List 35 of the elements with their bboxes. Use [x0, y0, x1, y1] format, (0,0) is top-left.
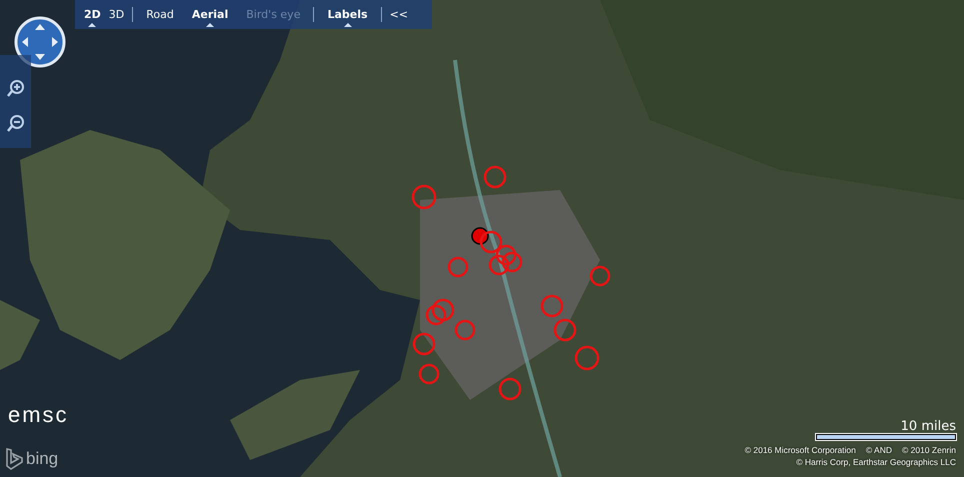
event-marker[interactable] — [432, 298, 454, 322]
view-mode-tab[interactable]: 2D — [80, 0, 105, 29]
scale-label: 10 miles — [900, 419, 956, 434]
event-marker[interactable] — [496, 244, 516, 266]
event-marker[interactable] — [412, 184, 436, 210]
bing-logo-icon — [4, 447, 24, 471]
labels-toggle[interactable]: Labels — [318, 0, 377, 29]
event-marker[interactable] — [418, 364, 440, 384]
zoom-out-icon[interactable] — [6, 114, 24, 132]
event-marker[interactable] — [488, 254, 510, 276]
emsc-logo: emsc — [8, 402, 69, 428]
map-style-tab[interactable]: Road — [137, 0, 183, 29]
copyright-text: © 2010 Zenrin — [902, 444, 956, 456]
selected-event-marker[interactable] — [471, 227, 489, 245]
event-marker[interactable] — [484, 166, 506, 188]
event-marker[interactable] — [554, 318, 576, 342]
event-marker[interactable] — [412, 332, 436, 356]
pan-control-icon[interactable] — [14, 16, 66, 68]
event-marker[interactable] — [574, 346, 600, 370]
collapse-button[interactable]: << — [386, 0, 412, 29]
event-marker[interactable] — [480, 230, 502, 254]
event-marker[interactable] — [502, 252, 522, 272]
event-marker[interactable] — [498, 378, 522, 400]
event-marker[interactable] — [540, 294, 564, 318]
event-marker[interactable] — [590, 266, 610, 286]
copyright-text: © 2016 Microsoft Corporation — [744, 444, 856, 456]
bing-logo: bing — [26, 449, 58, 469]
view-mode-tab[interactable]: 3D — [104, 0, 128, 29]
map-style-tab[interactable]: Aerial — [182, 0, 238, 29]
event-marker[interactable] — [426, 304, 446, 326]
zoom-in-icon[interactable] — [6, 79, 24, 97]
event-marker[interactable] — [454, 320, 476, 340]
copyright-text: © AND — [866, 444, 892, 456]
event-marker[interactable] — [448, 256, 468, 278]
copyright-text: © Harris Corp, Earthstar Geographics LLC — [796, 456, 956, 468]
